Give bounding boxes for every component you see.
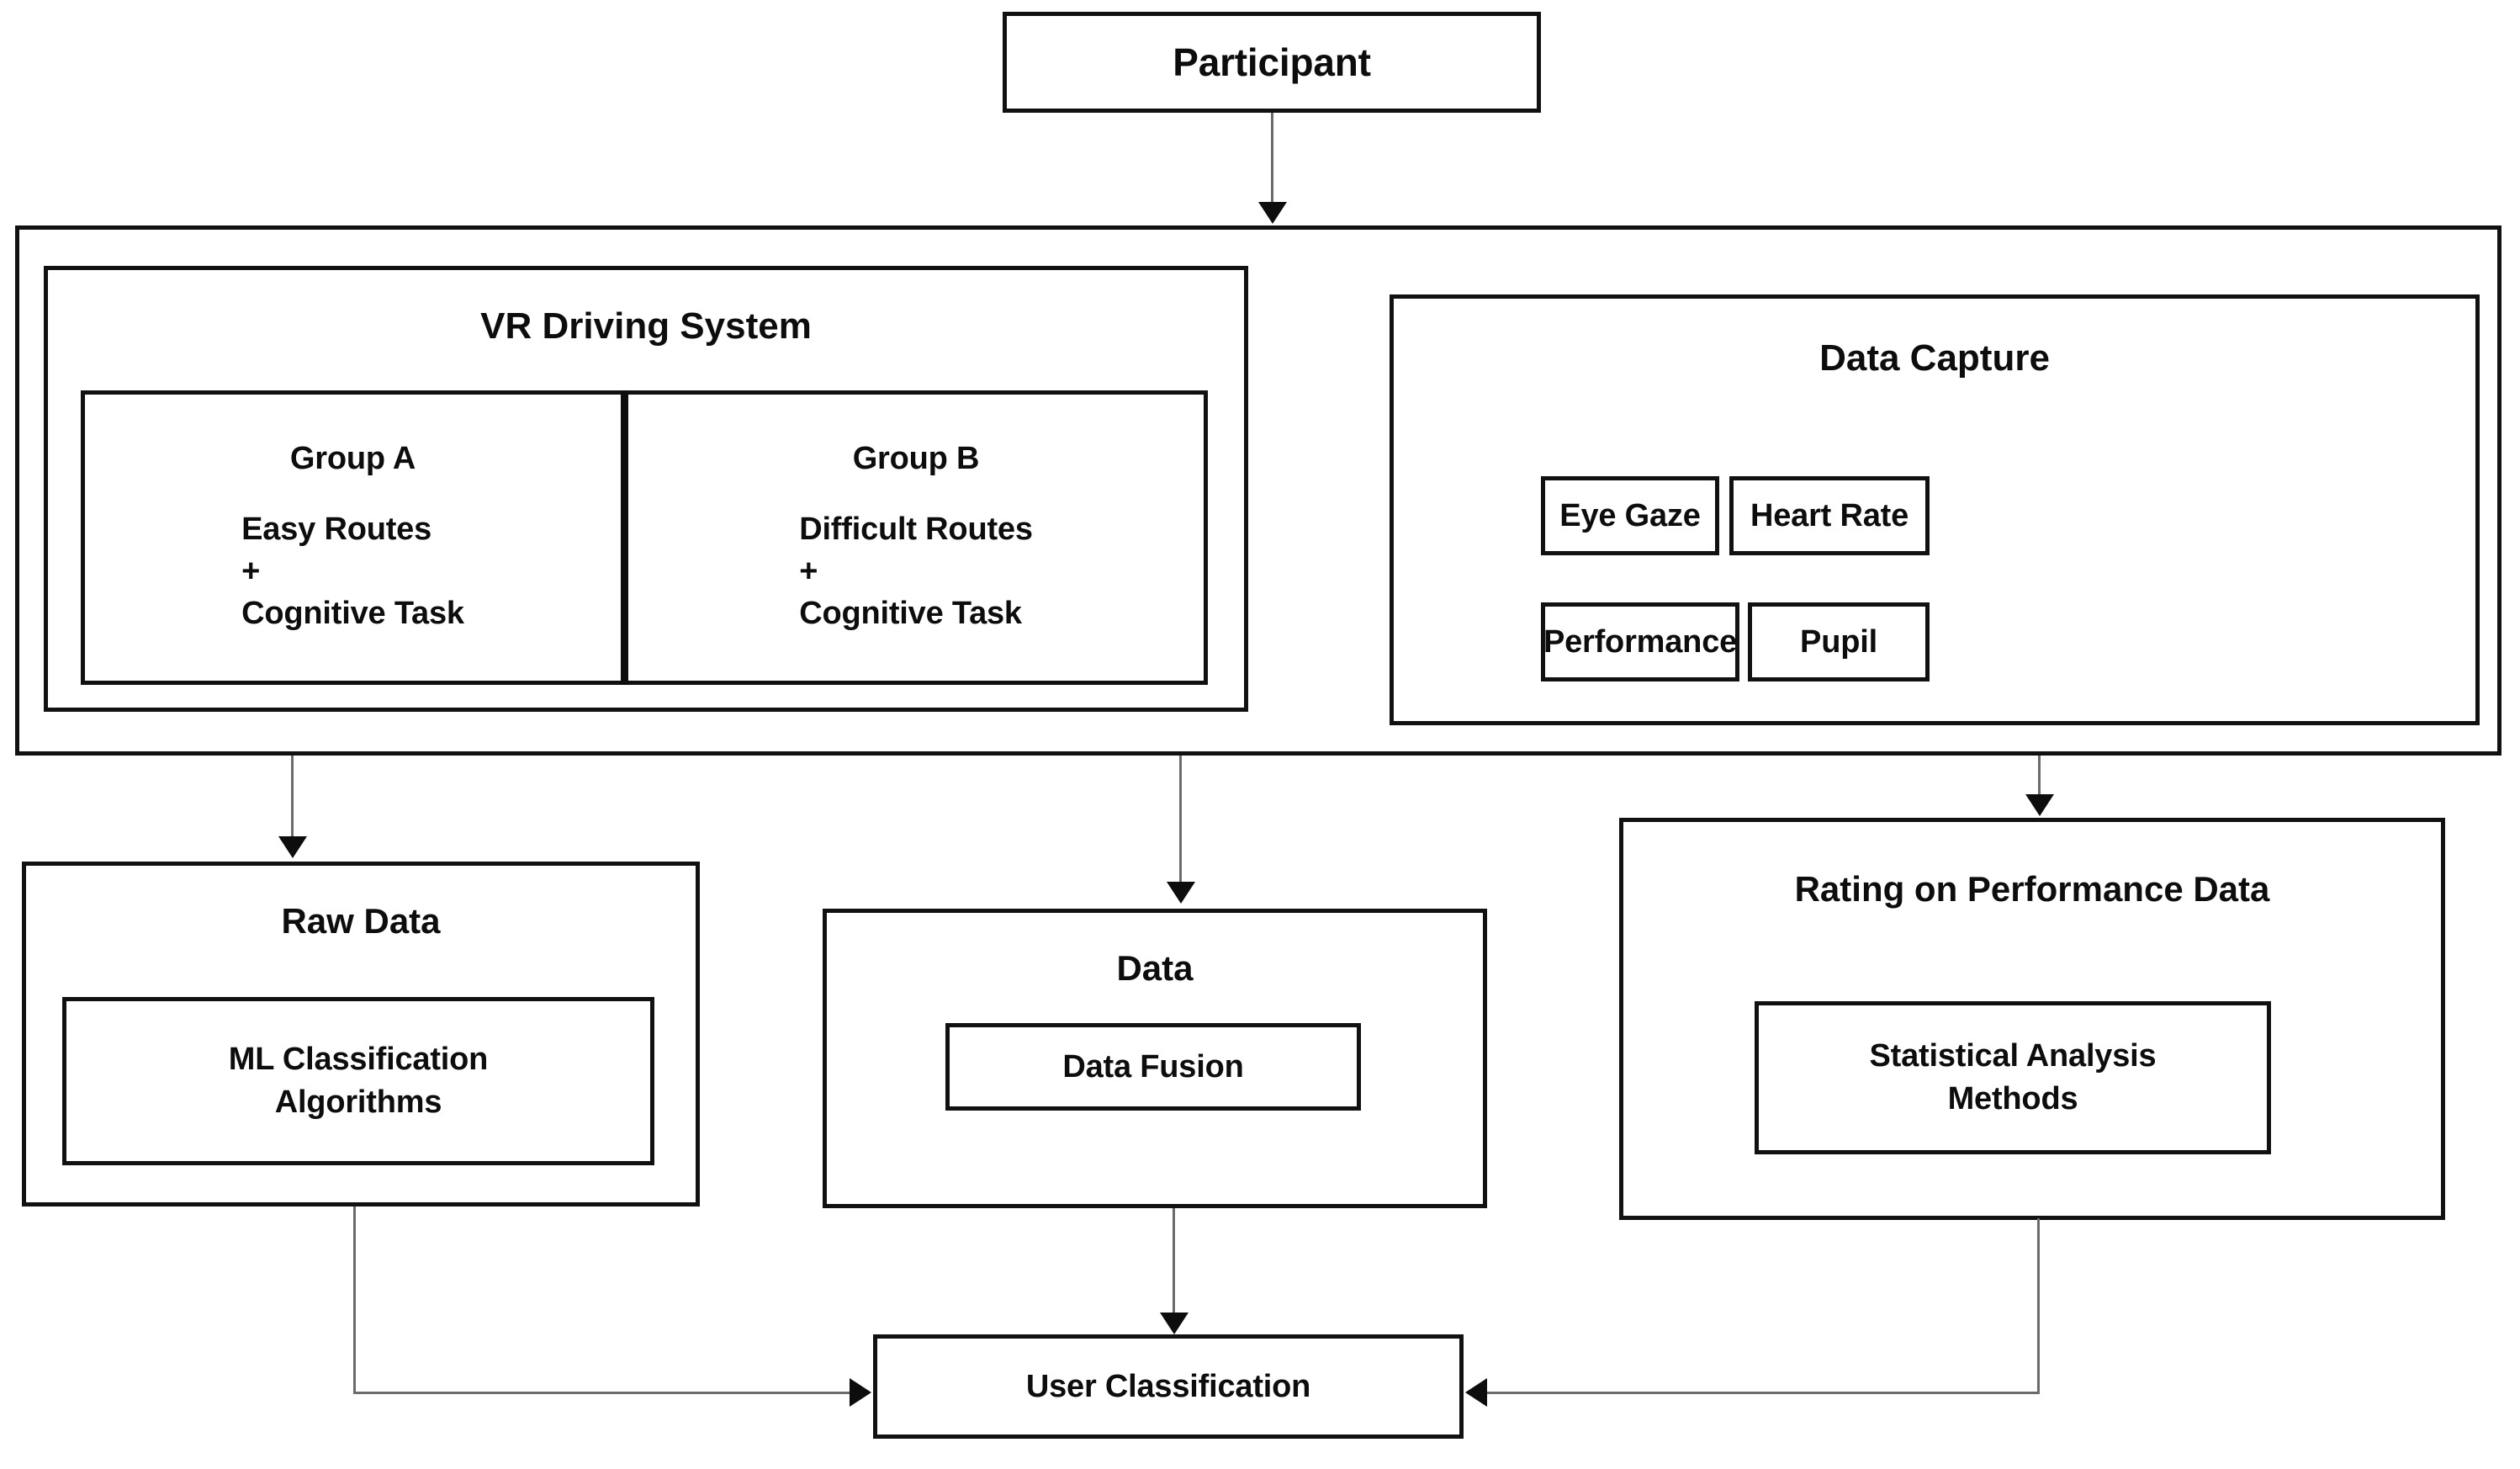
node-data-title: Data bbox=[1116, 948, 1194, 988]
edge-raw-data-to-user-arrowhead bbox=[850, 1378, 871, 1407]
node-data-capture-title: Data Capture bbox=[1819, 337, 2050, 379]
edge-rating-to-user-arrowhead bbox=[1465, 1378, 1487, 1407]
node-data-fusion: Data Fusion bbox=[945, 1023, 1361, 1111]
node-group-b-title: Group B bbox=[852, 441, 980, 477]
node-ml-classification-algorithms: ML Classification Algorithms bbox=[62, 997, 654, 1165]
edge-raw-data-arrowhead bbox=[278, 836, 307, 858]
edge-data-arrowhead bbox=[1167, 882, 1195, 904]
node-performance: Performance bbox=[1541, 602, 1739, 681]
edge-rating-arrowhead bbox=[2025, 794, 2054, 816]
node-user-classification: User Classification bbox=[873, 1334, 1464, 1439]
node-raw-data-title: Raw Data bbox=[281, 901, 441, 941]
diagram-canvas: Participant VR Driving System Group A Ea… bbox=[0, 0, 2520, 1469]
edge-participant-to-experiment bbox=[1271, 113, 1273, 204]
node-participant: Participant bbox=[1003, 12, 1541, 113]
group-divider bbox=[621, 390, 628, 685]
edge-participant-arrowhead bbox=[1258, 202, 1287, 224]
edge-rating-to-user-vertical bbox=[2037, 1218, 2040, 1393]
edge-data-to-user-classification bbox=[1173, 1208, 1175, 1314]
node-eye-gaze: Eye Gaze bbox=[1541, 476, 1719, 555]
edge-raw-data-to-user-horizontal bbox=[353, 1392, 851, 1394]
node-group-b-detail: Difficult Routes + Cognitive Task bbox=[799, 512, 1033, 632]
node-heart-rate-label: Heart Rate bbox=[1750, 497, 1909, 533]
node-ml-classification-algorithms-label: ML Classification Algorithms bbox=[228, 1041, 489, 1120]
node-data-fusion-label: Data Fusion bbox=[1062, 1048, 1244, 1085]
edge-data-to-user-arrowhead bbox=[1160, 1313, 1189, 1334]
edge-rating-to-user-horizontal bbox=[1485, 1392, 2040, 1394]
node-user-classification-label: User Classification bbox=[1025, 1368, 1311, 1404]
node-rating-on-performance-data-title: Rating on Performance Data bbox=[1794, 869, 2270, 909]
node-pupil: Pupil bbox=[1748, 602, 1930, 681]
edge-experiment-to-raw-data bbox=[291, 756, 294, 838]
node-group-a-title: Group A bbox=[289, 441, 416, 477]
node-group-b: Group B Difficult Routes + Cognitive Tas… bbox=[628, 395, 1204, 681]
node-group-a-detail: Easy Routes + Cognitive Task bbox=[241, 512, 464, 632]
edge-raw-data-to-user-vertical bbox=[353, 1206, 356, 1393]
node-eye-gaze-label: Eye Gaze bbox=[1559, 497, 1701, 533]
edge-capture-to-rating bbox=[2038, 756, 2041, 796]
node-pupil-label: Pupil bbox=[1800, 623, 1877, 660]
node-vr-driving-system-title: VR Driving System bbox=[480, 305, 812, 347]
node-statistical-analysis-methods-label: Statistical Analysis Methods bbox=[1869, 1037, 2157, 1116]
edge-experiment-to-data bbox=[1179, 756, 1182, 883]
node-heart-rate: Heart Rate bbox=[1729, 476, 1930, 555]
node-performance-label: Performance bbox=[1543, 623, 1738, 660]
node-statistical-analysis-methods: Statistical Analysis Methods bbox=[1755, 1001, 2271, 1154]
node-group-a: Group A Easy Routes + Cognitive Task bbox=[85, 395, 621, 681]
node-participant-label: Participant bbox=[1173, 40, 1371, 84]
